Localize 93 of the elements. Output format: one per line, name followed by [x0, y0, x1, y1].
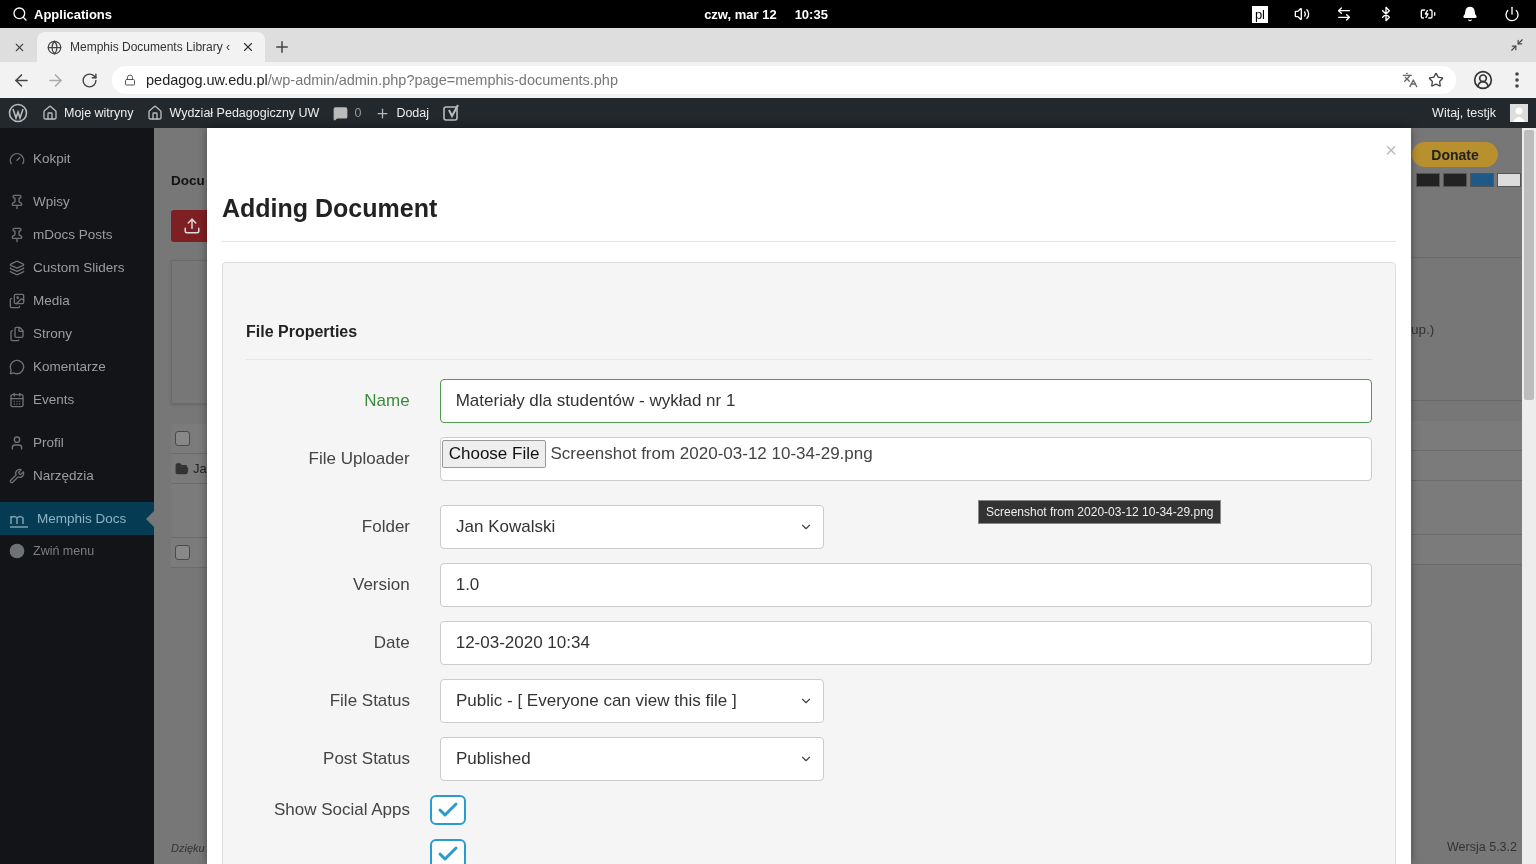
- footer-text: Dzięku: [171, 842, 205, 854]
- text-field[interactable]: 1.0: [439, 563, 1372, 607]
- upload-icon: [183, 217, 201, 235]
- reload-icon: [80, 71, 98, 89]
- sidebar-item[interactable]: Komentarze: [0, 350, 154, 383]
- note-text: up.): [1411, 321, 1435, 337]
- donate-button[interactable]: Donate: [1412, 142, 1498, 167]
- comment-icon: [333, 105, 349, 121]
- sidebar-item[interactable]: Kokpit: [0, 142, 154, 175]
- url-text: pedagog.uw.edu.pl/wp-admin/admin.php?page=memphis-documents.php: [146, 72, 618, 88]
- card-icon: [1443, 173, 1467, 187]
- menu-icon: [9, 193, 25, 210]
- folder-icon: [175, 461, 189, 476]
- globe-icon: [47, 39, 62, 55]
- sidebar-item[interactable]: Strony: [0, 317, 154, 350]
- account-icon: [1473, 70, 1493, 90]
- field-label: Version: [352, 575, 410, 595]
- menu-icon: [9, 150, 25, 167]
- menu-icon: [9, 467, 25, 484]
- clock: 10:35: [794, 6, 828, 22]
- power-icon[interactable]: [1504, 6, 1520, 22]
- menu-icon: [9, 434, 25, 451]
- card-icon: [1470, 173, 1494, 187]
- sidebar-item[interactable]: Custom Sliders: [0, 251, 154, 284]
- text-field[interactable]: 12-03-2020 10:34: [439, 621, 1372, 665]
- sidebar-item[interactable]: Memphis Docs: [0, 502, 154, 535]
- field-label: File Uploader: [307, 449, 410, 469]
- menu-icon: [9, 358, 25, 375]
- sidebar-item[interactable]: Profil: [0, 426, 154, 459]
- field-label: Show Social Apps: [272, 800, 410, 820]
- collapse-icon: [9, 543, 25, 559]
- wordpress-logo-icon[interactable]: [8, 103, 28, 123]
- card-icon: [1497, 173, 1521, 187]
- sidebar-item[interactable]: Events: [0, 383, 154, 416]
- select-field[interactable]: Published: [440, 737, 824, 781]
- bell-icon[interactable]: [1462, 6, 1478, 22]
- select-field[interactable]: Jan Kowalski: [440, 505, 824, 549]
- applications-menu[interactable]: Applications: [34, 6, 112, 22]
- scrollbar[interactable]: [1522, 128, 1536, 864]
- plus-icon: [375, 105, 391, 121]
- site-link[interactable]: Wydział Pedagogiczny UW: [147, 105, 320, 121]
- home-icon: [42, 105, 58, 121]
- checkbox[interactable]: [430, 839, 466, 864]
- keyboard-layout-indicator[interactable]: pl: [1251, 5, 1268, 23]
- field-label: Date: [372, 633, 410, 653]
- star-icon[interactable]: [1428, 72, 1444, 88]
- menu-icon: [9, 226, 25, 243]
- volume-icon[interactable]: [1294, 6, 1310, 22]
- checkbox[interactable]: [430, 795, 466, 825]
- lock-icon: [124, 74, 136, 86]
- upload-button[interactable]: [171, 210, 207, 242]
- tab-title: Memphis Documents Library ‹: [70, 40, 232, 54]
- date-label: czw, mar 12: [704, 6, 777, 22]
- user-greeting[interactable]: Witaj, testjk: [1432, 106, 1496, 120]
- field-label: Folder: [360, 517, 410, 537]
- add-new-link[interactable]: Dodaj: [375, 105, 430, 121]
- sidebar-item[interactable]: Narzędzia: [0, 459, 154, 492]
- checkbox[interactable]: [175, 431, 190, 446]
- card-icon: [1416, 173, 1440, 187]
- text-field[interactable]: Materiały dla studentów - wykład nr 1: [439, 379, 1372, 423]
- version-text: Wersja 5.3.2: [1446, 840, 1518, 854]
- menu-icon: [9, 391, 25, 408]
- sidebar-item[interactable]: Media: [0, 284, 154, 317]
- close-icon[interactable]: [241, 40, 255, 54]
- address-field[interactable]: pedagog.uw.edu.pl/wp-admin/admin.php?page=memphis-documents.php: [112, 66, 1456, 94]
- comments-link[interactable]: 0: [333, 105, 362, 121]
- folder-name[interactable]: Ja: [193, 461, 207, 476]
- browser-tab[interactable]: Memphis Documents Library ‹: [37, 32, 265, 62]
- page-heading: Docu: [171, 173, 205, 190]
- menu-icon: [9, 292, 25, 309]
- menu-icon: [1515, 72, 1519, 88]
- my-sites-link[interactable]: Moje witryny: [42, 105, 134, 121]
- section-title: File Properties: [246, 263, 1372, 360]
- sidebar-item[interactable]: mDocs Posts: [0, 218, 154, 251]
- collapse-menu-button[interactable]: Zwiń menu: [0, 535, 154, 567]
- home-icon: [147, 105, 164, 121]
- battery-icon[interactable]: [1420, 6, 1436, 22]
- plus-icon: [273, 38, 291, 56]
- tooltip: Screenshot from 2020-03-12 10-34-29.png: [978, 500, 1222, 524]
- field-label: Name: [363, 391, 410, 411]
- select-field[interactable]: Public - [ Everyone can view this file ]: [440, 679, 824, 723]
- file-name: Screenshot from 2020-03-12 10-34-29.png: [550, 443, 873, 465]
- translate-icon[interactable]: [1402, 72, 1418, 88]
- search-icon: [12, 6, 28, 22]
- network-icon[interactable]: [1336, 6, 1352, 22]
- checkbox[interactable]: [175, 545, 190, 560]
- menu-icon: [9, 325, 25, 342]
- sidebar-item[interactable]: Wpisy: [0, 185, 154, 218]
- account-button[interactable]: [1472, 69, 1494, 91]
- field-label: File Status: [328, 691, 410, 711]
- choose-file-button[interactable]: Choose File: [441, 440, 547, 468]
- menu-icon: [9, 259, 25, 276]
- field-label: Post Status: [322, 749, 410, 769]
